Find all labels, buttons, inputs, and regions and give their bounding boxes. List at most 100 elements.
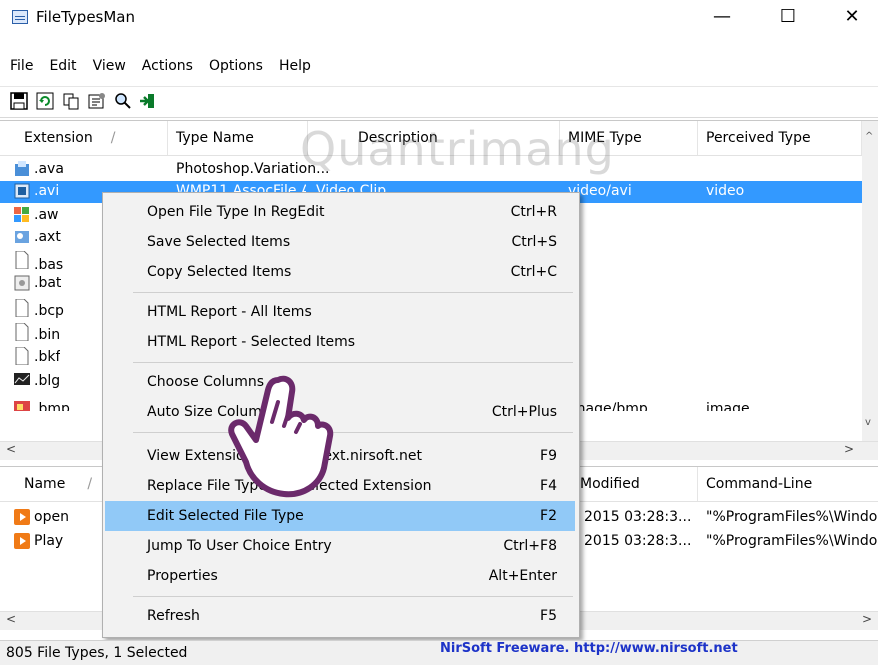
menu-separator	[133, 596, 573, 597]
action-icon	[14, 533, 30, 549]
menu-item-edit-selected-file-type[interactable]: Edit Selected File Type F2	[105, 501, 575, 531]
scroll-right-icon[interactable]: >	[862, 612, 872, 626]
cell-extension: .aw	[34, 207, 59, 223]
scroll-up-icon[interactable]: ^	[865, 131, 873, 142]
close-button[interactable]: ✕	[830, 0, 874, 32]
hand-pointer-icon	[212, 372, 342, 502]
maximize-button[interactable]: ☐	[766, 0, 810, 32]
menu-item-shortcut: F5	[540, 608, 557, 624]
menu-item-shortcut: F9	[540, 448, 557, 464]
menu-item-shortcut: F4	[540, 478, 557, 494]
image-file-icon	[14, 399, 30, 411]
column-extension[interactable]: Extension /	[14, 121, 168, 155]
menu-item-shortcut: F2	[540, 508, 557, 524]
cell-extension: .blg	[34, 373, 61, 389]
cell-extension: .bkf	[34, 349, 61, 365]
cell-modified: 2015 03:28:3...	[584, 509, 692, 525]
cell-extension: .bcp	[34, 303, 64, 319]
menu-options[interactable]: Options	[201, 55, 271, 77]
menu-separator	[133, 292, 573, 293]
menu-item-copy-selected[interactable]: Copy Selected Items Ctrl+C	[105, 257, 575, 287]
menu-item-open-regedit[interactable]: Open File Type In RegEdit Ctrl+R	[105, 197, 575, 227]
chart-file-icon	[14, 371, 30, 387]
status-bar: 805 File Types, 1 Selected NirSoft Freew…	[0, 640, 878, 665]
scroll-down-icon[interactable]: v	[865, 417, 871, 428]
column-label: Modified	[580, 476, 640, 492]
scroll-right-icon[interactable]: >	[844, 442, 854, 456]
cell-command-line: "%ProgramFiles%\Windo	[706, 533, 878, 549]
menu-file[interactable]: File	[0, 55, 41, 77]
app-icon	[12, 10, 28, 24]
menu-item-html-report-selected[interactable]: HTML Report - Selected Items	[105, 327, 575, 357]
menu-item-shortcut: Ctrl+S	[511, 234, 557, 250]
find-icon[interactable]	[112, 90, 134, 112]
vertical-scrollbar[interactable]: ^ v	[862, 121, 878, 441]
document-blue-icon	[14, 229, 30, 245]
cell-extension: .ava	[34, 161, 64, 177]
nirsoft-link[interactable]: NirSoft Freeware. http://www.nirsoft.net	[440, 641, 738, 656]
cell-extension: .bas	[34, 257, 64, 273]
cell-perceived-type: image	[706, 401, 750, 411]
column-label: Name	[24, 476, 66, 492]
menu-item-label: Open File Type In RegEdit	[147, 204, 325, 220]
menu-item-save-selected[interactable]: Save Selected Items Ctrl+S	[105, 227, 575, 257]
scroll-left-icon[interactable]: <	[6, 442, 16, 456]
cell-command-line: "%ProgramFiles%\Windo	[706, 509, 878, 525]
blank-file-icon	[14, 298, 30, 318]
toolbar	[0, 86, 878, 118]
window-title: FileTypesMan	[36, 8, 136, 26]
blank-file-icon	[14, 346, 30, 366]
column-label: Type Name	[176, 130, 254, 146]
menu-help[interactable]: Help	[271, 55, 319, 77]
column-modified[interactable]: Modified	[560, 467, 698, 501]
blank-file-icon	[14, 250, 30, 270]
column-label: Perceived Type	[706, 130, 811, 146]
scroll-left-icon[interactable]: <	[6, 612, 16, 626]
video-file-icon	[14, 183, 30, 199]
action-icon	[14, 509, 30, 525]
menu-item-label: HTML Report - Selected Items	[147, 334, 356, 350]
menu-bar: File Edit View Actions Options Help	[0, 55, 319, 77]
blank-file-icon	[14, 322, 30, 342]
menu-separator	[133, 432, 573, 433]
column-command-line[interactable]: Command-Line	[698, 467, 878, 501]
column-type-name[interactable]: Type Name	[168, 121, 308, 155]
menu-view[interactable]: View	[85, 55, 134, 77]
status-text: 805 File Types, 1 Selected	[6, 645, 188, 661]
cell-name: Play	[34, 533, 64, 549]
menu-item-label: Save Selected Items	[147, 234, 291, 250]
cell-perceived-type: video	[706, 183, 745, 199]
cell-extension: .axt	[34, 229, 61, 245]
column-perceived-type[interactable]: Perceived Type	[698, 121, 862, 155]
menu-actions[interactable]: Actions	[134, 55, 201, 77]
menu-item-shortcut: Ctrl+Plus	[491, 404, 557, 420]
cell-name: open	[34, 509, 69, 525]
menu-edit[interactable]: Edit	[41, 55, 84, 77]
copy-icon[interactable]	[60, 90, 82, 112]
menu-item-label: Refresh	[147, 608, 200, 624]
cell-extension: .avi	[34, 183, 60, 199]
title-bar: FileTypesMan — ☐ ✕	[0, 0, 878, 34]
exit-icon[interactable]	[136, 90, 158, 112]
batch-file-icon	[14, 275, 30, 291]
menu-item-shortcut: Alt+Enter	[488, 568, 557, 584]
sort-indicator-icon: /	[87, 476, 93, 492]
menu-item-shortcut: Ctrl+C	[510, 264, 557, 280]
menu-item-refresh[interactable]: Refresh F5	[105, 601, 575, 631]
refresh-icon[interactable]	[34, 90, 56, 112]
menu-item-shortcut: Ctrl+F8	[503, 538, 557, 554]
menu-item-properties[interactable]: Properties Alt+Enter	[105, 561, 575, 591]
menu-separator	[133, 362, 573, 363]
watermark-logo: Quantrimang	[300, 122, 615, 176]
cell-extension: .bmp	[34, 401, 70, 411]
save-icon[interactable]	[8, 90, 30, 112]
menu-item-jump-user-choice[interactable]: Jump To User Choice Entry Ctrl+F8	[105, 531, 575, 561]
cell-extension: .bat	[34, 275, 62, 291]
colorful-app-icon	[14, 207, 30, 223]
menu-item-label: HTML Report - All Items	[147, 304, 312, 320]
menu-item-label: Jump To User Choice Entry	[147, 538, 332, 554]
menu-item-html-report-all[interactable]: HTML Report - All Items	[105, 297, 575, 327]
properties-icon[interactable]	[86, 90, 108, 112]
menu-item-shortcut: Ctrl+R	[510, 204, 557, 220]
minimize-button[interactable]: —	[700, 0, 744, 32]
